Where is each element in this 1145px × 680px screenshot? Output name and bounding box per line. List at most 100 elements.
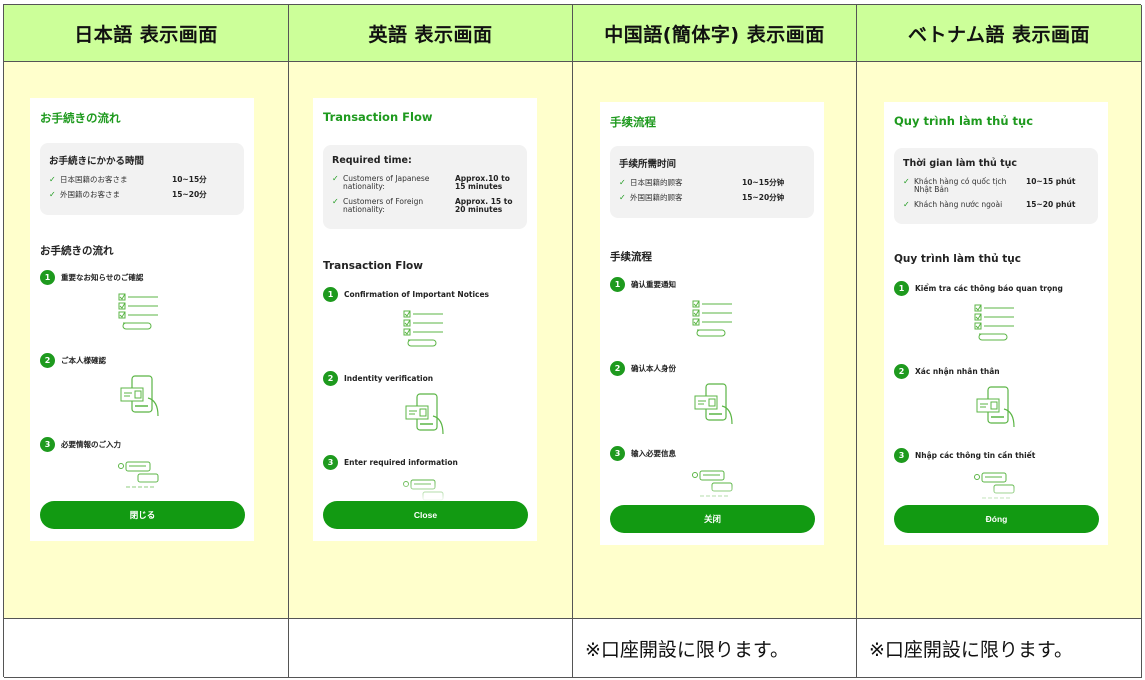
step-label: 输入必要信息 xyxy=(631,449,676,458)
check-icon: ✓ xyxy=(903,199,910,209)
check-icon: ✓ xyxy=(332,196,339,206)
close-button[interactable]: Close xyxy=(323,501,528,529)
flow-title: Transaction Flow xyxy=(323,260,423,272)
close-button[interactable]: Đóng xyxy=(894,505,1099,533)
step-number: 2 xyxy=(323,371,338,386)
required-time-title: 手续所需时间 xyxy=(619,159,677,170)
step-label: 确认本人身份 xyxy=(631,364,676,373)
step-label: ご本人様確認 xyxy=(61,356,106,365)
time-row-value: 15~20分 xyxy=(172,190,207,200)
step-number: 3 xyxy=(610,446,625,461)
phone-id-verification-icon xyxy=(405,393,444,435)
time-row-value: Approx. 15 to 20 minutes xyxy=(455,196,513,214)
header-vietnamese: ベトナム語 表示画面 xyxy=(857,5,1142,62)
flow-title: Quy trình làm thủ tục xyxy=(894,253,1021,265)
check-icon: ✓ xyxy=(619,193,626,203)
time-row-label: Customers of Japanese nationality: xyxy=(343,174,430,191)
footer-japanese xyxy=(4,619,289,678)
screen-cell-english: Transaction Flow Required time: ✓ Custom… xyxy=(289,62,573,619)
step-number: 2 xyxy=(610,361,625,376)
screen-cell-japanese: お手続きの流れ お手続きにかかる時間 ✓ 日本国籍のお客さま 10~15分 ✓ … xyxy=(4,62,289,619)
required-time-title: Required time: xyxy=(332,155,412,166)
step-1: 1 确认重要通知 xyxy=(610,277,676,292)
check-icon: ✓ xyxy=(332,174,339,183)
screen-cell-chinese: 手续流程 手续所需时间 ✓ 日本国籍的顾客 10~15分钟 ✓ 外国国籍的顾客 … xyxy=(573,62,857,619)
footer-vietnamese: ※口座開設に限ります。 xyxy=(857,619,1142,678)
step-label: 确认重要通知 xyxy=(631,280,676,289)
screen-title: お手続きの流れ xyxy=(40,111,121,125)
comparison-table: 日本語 表示画面 英語 表示画面 中国語(簡体字) 表示画面 ベトナム語 表示画… xyxy=(3,4,1142,678)
step-label: 必要情報のご入力 xyxy=(61,440,121,449)
time-row: ✓ 日本国籍的顾客 10~15分钟 xyxy=(619,178,806,187)
time-row: ✓ Customers of Foreign nationality: Appr… xyxy=(332,196,519,214)
required-time-box: お手続きにかかる時間 ✓ 日本国籍のお客さま 10~15分 ✓ 外国籍のお客さま… xyxy=(40,143,244,215)
scroll-fade xyxy=(600,484,824,506)
footer-english xyxy=(289,619,573,678)
step-2: 2 ご本人様確認 xyxy=(40,353,106,368)
document-checklist-icon xyxy=(118,293,158,330)
footer-chinese: ※口座開設に限ります。 xyxy=(573,619,857,678)
time-row-label: 外国国籍的顾客 xyxy=(630,193,683,203)
time-row-label: Khách hàng nước ngoài xyxy=(914,199,1003,209)
step-1: 1 重要なお知らせのご確認 xyxy=(40,270,143,285)
header-japanese: 日本語 表示画面 xyxy=(4,5,289,62)
phone-id-verification-icon xyxy=(694,383,733,425)
document-checklist-icon xyxy=(974,304,1014,341)
time-row-label: 外国籍のお客さま xyxy=(60,190,120,200)
close-button[interactable]: 閉じる xyxy=(40,501,245,529)
step-3: 3 输入必要信息 xyxy=(610,446,676,461)
time-row: ✓ 外国籍のお客さま 15~20分 xyxy=(49,190,236,200)
step-number: 1 xyxy=(40,270,55,285)
step-label: Enter required information xyxy=(344,458,458,467)
close-button[interactable]: 关闭 xyxy=(610,505,815,533)
phone-screen: お手続きの流れ お手続きにかかる時間 ✓ 日本国籍のお客さま 10~15分 ✓ … xyxy=(30,98,254,541)
step-3: 3 Nhập các thông tin cần thiết xyxy=(894,448,1035,463)
screen-title: 手续流程 xyxy=(610,115,656,129)
phone-screen: 手续流程 手续所需时间 ✓ 日本国籍的顾客 10~15分钟 ✓ 外国国籍的顾客 … xyxy=(600,102,824,545)
step-label: Xác nhận nhân thân xyxy=(915,367,1000,376)
flow-title: お手続きの流れ xyxy=(40,245,114,257)
step-3: 3 必要情報のご入力 xyxy=(40,437,121,452)
screen-title: Quy trình làm thủ tục xyxy=(894,114,1034,128)
flow-title: 手续流程 xyxy=(610,251,652,263)
header-english: 英語 表示画面 xyxy=(289,5,573,62)
time-row-value: 10~15 phút xyxy=(1026,177,1076,186)
step-2: 2 Indentity verification xyxy=(323,371,433,386)
step-2: 2 确认本人身份 xyxy=(610,361,676,376)
check-icon: ✓ xyxy=(619,178,626,187)
scroll-fade xyxy=(30,480,254,502)
phone-id-verification-icon xyxy=(976,386,1015,428)
phone-id-verification-icon xyxy=(120,375,159,417)
document-checklist-icon xyxy=(403,310,443,347)
time-row: ✓ 日本国籍のお客さま 10~15分 xyxy=(49,175,236,184)
required-time-box: 手续所需时间 ✓ 日本国籍的顾客 10~15分钟 ✓ 外国国籍的顾客 15~20… xyxy=(610,146,814,218)
document-checklist-icon xyxy=(692,300,732,337)
required-time-box: Required time: ✓ Customers of Japanese n… xyxy=(323,145,527,229)
screen-cell-vietnamese: Quy trình làm thủ tục Thời gian làm thủ … xyxy=(857,62,1142,619)
step-number: 1 xyxy=(894,281,909,296)
scroll-fade xyxy=(313,480,537,502)
step-number: 3 xyxy=(894,448,909,463)
time-row-value: 15~20 phút xyxy=(1026,199,1076,209)
step-1: 1 Confirmation of Important Notices xyxy=(323,287,489,302)
screen-title: Transaction Flow xyxy=(323,110,433,124)
required-time-title: Thời gian làm thủ tục xyxy=(903,158,1018,169)
step-3: 3 Enter required information xyxy=(323,455,458,470)
step-number: 1 xyxy=(323,287,338,302)
step-number: 1 xyxy=(610,277,625,292)
step-1: 1 Kiểm tra các thông báo quan trọng xyxy=(894,281,1063,296)
time-row-label: 日本国籍的顾客 xyxy=(630,178,683,187)
check-icon: ✓ xyxy=(49,190,56,200)
step-number: 2 xyxy=(40,353,55,368)
time-row: ✓ Khách hàng nước ngoài 15~20 phút xyxy=(903,199,1090,209)
header-chinese: 中国語(簡体字) 表示画面 xyxy=(573,5,857,62)
phone-screen: Transaction Flow Required time: ✓ Custom… xyxy=(313,98,537,541)
step-label: Indentity verification xyxy=(344,374,434,383)
check-icon: ✓ xyxy=(49,175,56,184)
step-number: 3 xyxy=(40,437,55,452)
step-label: Confirmation of Important Notices xyxy=(344,290,490,299)
time-row-label: 日本国籍のお客さま xyxy=(60,175,128,184)
required-time-title: お手続きにかかる時間 xyxy=(49,156,145,167)
time-row-label: Khách hàng có quốc tịch Nhật Bản xyxy=(914,177,1007,194)
time-row-value: 10~15分钟 xyxy=(742,178,785,187)
